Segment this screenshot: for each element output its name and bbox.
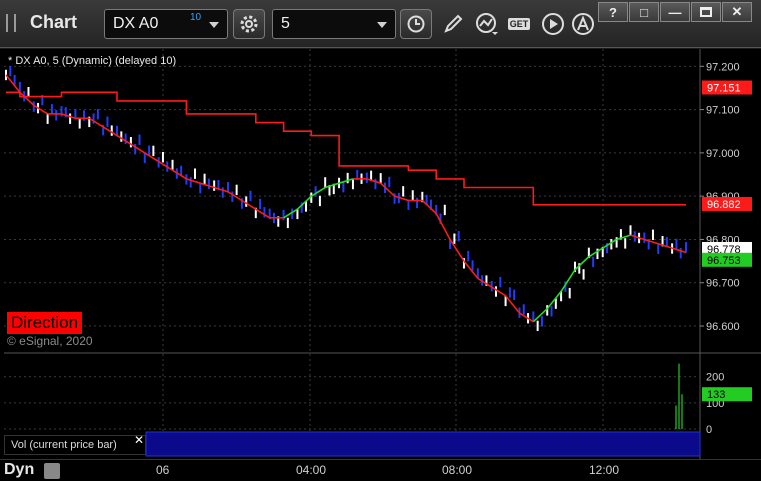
dynamic-label[interactable]: Dyn — [4, 461, 34, 479]
settings-button[interactable] — [233, 9, 265, 39]
moving-average-segment — [324, 182, 340, 189]
moving-average-segment — [380, 182, 396, 197]
alert-icon — [572, 13, 594, 35]
maximize-icon — [700, 7, 712, 17]
moving-average-segment — [574, 256, 590, 271]
moving-average-segment — [241, 199, 257, 210]
moving-average-segment — [296, 195, 312, 210]
moving-average-segment — [504, 295, 521, 314]
moving-average-segment — [560, 269, 576, 292]
moving-average-segment — [463, 260, 479, 279]
volume-tick-label: 0 — [706, 424, 712, 436]
studies-button[interactable] — [474, 10, 500, 38]
price-chart[interactable]: 97.20097.10097.00096.90096.80096.70096.6… — [0, 49, 761, 459]
moving-average-segment — [255, 208, 271, 219]
moving-average-segment — [366, 178, 381, 184]
moving-average-segment — [102, 126, 118, 137]
chart-legend: * DX A0, 5 (Dynamic) (delayed 10) — [8, 55, 177, 67]
moving-average-segment — [213, 186, 229, 193]
volume-tag-label: 133 — [707, 389, 725, 401]
moving-average-segment — [186, 178, 201, 184]
close-icon[interactable]: ✕ — [134, 433, 144, 447]
moving-average-segment — [130, 143, 146, 154]
restore-button[interactable]: □ — [629, 2, 659, 22]
moving-average-segment — [519, 312, 534, 323]
moving-average-segment — [421, 199, 437, 215]
study-icon — [476, 13, 498, 35]
moving-average-segment — [491, 286, 507, 297]
alerts-button[interactable] — [570, 10, 596, 38]
moving-average-segment — [435, 213, 451, 240]
moving-average-segment — [658, 243, 673, 249]
moving-average-segment — [19, 91, 35, 106]
volume-tick-label: 200 — [706, 372, 724, 384]
volume-pane-label: Vol (current price bar) — [4, 435, 146, 455]
price-tick-label: 96.700 — [706, 278, 740, 290]
chart-panel[interactable]: 97.20097.10097.00096.90096.80096.70096.6… — [0, 49, 761, 459]
moving-average-segment — [283, 208, 298, 219]
close-button[interactable]: ✕ — [722, 2, 752, 22]
moving-average-segment — [546, 290, 562, 310]
moving-average-segment — [630, 234, 645, 241]
draw-tool-button[interactable] — [440, 10, 466, 38]
moving-average-segment — [158, 160, 173, 171]
moving-average-segment — [588, 247, 604, 258]
price-tick-label: 97.100 — [706, 105, 740, 117]
moving-average-segment — [310, 186, 326, 197]
clock-icon — [407, 15, 425, 33]
price-tick-label: 96.600 — [706, 321, 740, 333]
symbol-delay-badge: 10 — [190, 12, 202, 23]
minimize-button[interactable]: — — [660, 2, 690, 22]
moving-average-segment — [144, 152, 160, 163]
price-tick-label: 97.000 — [706, 148, 740, 160]
moving-average-segment — [532, 308, 548, 323]
x-tick-label: 06 — [156, 463, 170, 477]
price-tick-label: 97.200 — [706, 61, 740, 73]
moving-average-segment — [602, 238, 618, 249]
play-icon — [542, 13, 564, 35]
direction-label: Direction — [7, 312, 83, 334]
moving-average-segment — [644, 238, 659, 245]
get-button[interactable]: GET — [506, 10, 532, 38]
moving-average-segment — [394, 195, 409, 202]
moving-average-segment — [449, 239, 465, 262]
pencil-icon — [444, 14, 463, 33]
get-label: GET — [507, 18, 531, 30]
interval-input[interactable]: 5 — [272, 9, 396, 39]
time-axis-bar: Dyn 06 04:00 08:00 12:00 — [0, 459, 761, 481]
moving-average-segment — [116, 134, 132, 145]
moving-average-segment — [5, 74, 21, 93]
price-tag-label: 97.151 — [707, 83, 741, 95]
help-button[interactable]: ? — [598, 2, 628, 22]
symbol-input[interactable]: DX A0 10 — [104, 9, 228, 39]
grip-handle[interactable] — [6, 14, 16, 32]
x-tick-label: 08:00 — [442, 463, 473, 477]
maximize-button[interactable] — [691, 2, 721, 22]
volume-label-band — [145, 431, 701, 457]
price-tag-label: 96.882 — [707, 199, 741, 211]
moving-average-segment — [671, 247, 687, 254]
time-template-button[interactable] — [400, 9, 432, 39]
app-title: Chart — [30, 12, 78, 32]
lock-icon[interactable] — [44, 463, 60, 479]
moving-average-segment — [88, 117, 104, 128]
symbol-value: DX A0 — [113, 15, 159, 32]
moving-average-segment — [200, 182, 215, 189]
price-tag-label: 96.753 — [707, 255, 741, 267]
moving-average-segment — [172, 169, 187, 180]
gear-icon — [240, 15, 258, 33]
moving-average-segment — [616, 234, 631, 241]
moving-average-segment — [61, 113, 76, 120]
x-tick-label: 12:00 — [589, 463, 620, 477]
interval-value: 5 — [281, 15, 290, 32]
copyright-text: © eSignal, 2020 — [7, 334, 93, 348]
moving-average-segment — [338, 178, 354, 184]
replay-button[interactable] — [540, 10, 566, 38]
chevron-down-icon[interactable] — [377, 22, 387, 28]
chevron-down-icon[interactable] — [209, 22, 219, 28]
x-tick-label: 04:00 — [296, 463, 327, 477]
toolbar: Chart DX A0 10 5 GET ? □ — ✕ — [0, 0, 761, 48]
